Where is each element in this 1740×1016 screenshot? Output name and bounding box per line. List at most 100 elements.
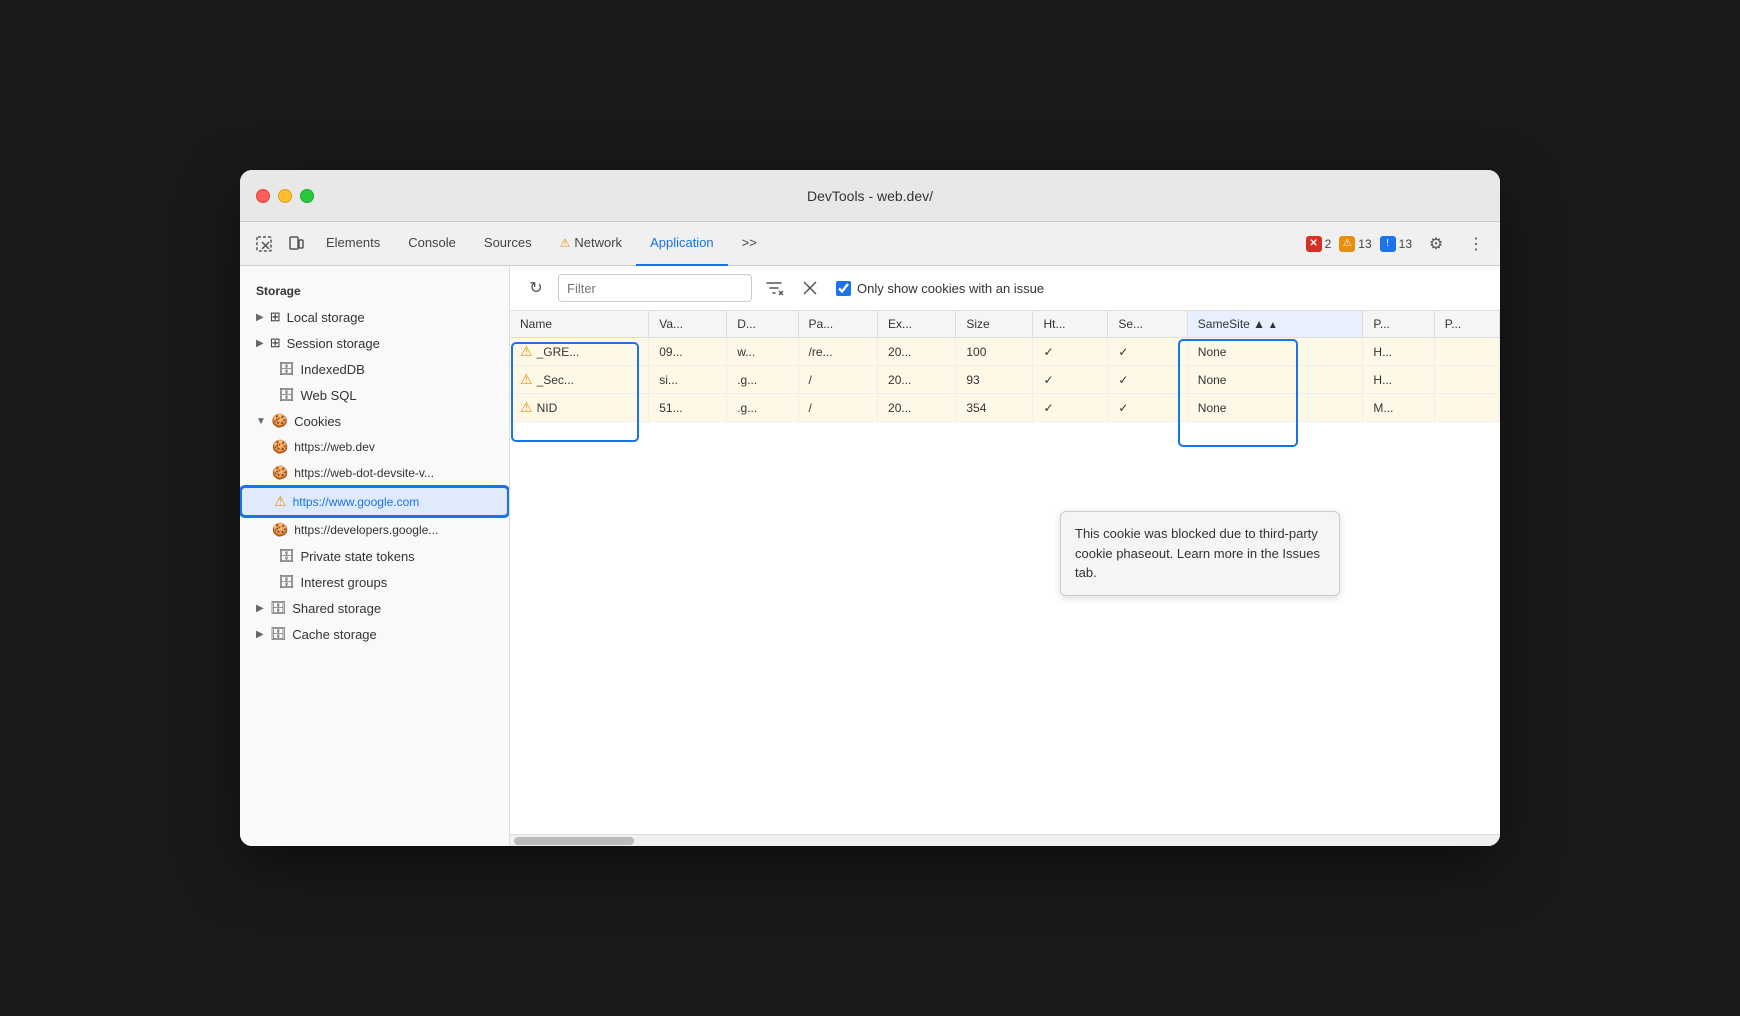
db-icon: 🗄: [278, 548, 295, 564]
cell-path: /: [798, 366, 877, 394]
db-icon: 🗄: [270, 626, 287, 642]
col-p1[interactable]: P...: [1363, 311, 1434, 338]
sidebar-item-indexeddb[interactable]: 🗄 IndexedDB: [240, 356, 509, 382]
sidebar-item-interest-groups[interactable]: 🗄 Interest groups: [240, 569, 509, 595]
warning-icon: ⚠: [520, 371, 533, 388]
cell-value: 09...: [649, 338, 727, 366]
sidebar-item-private-state-tokens[interactable]: 🗄 Private state tokens: [240, 543, 509, 569]
chevron-down-icon: ▼: [256, 416, 266, 427]
warning-icon: ⚠: [520, 343, 533, 360]
cell-samesite: None: [1187, 338, 1363, 366]
error-badge[interactable]: ✕ 2: [1306, 236, 1332, 252]
issues-icon: !: [1380, 236, 1396, 252]
db-icon: 🗄: [270, 600, 287, 616]
cell-expires: 20...: [878, 338, 956, 366]
cell-httponly: ✓: [1033, 338, 1108, 366]
cell-p2: [1434, 394, 1499, 422]
table-header: Name Va... D... Pa... Ex... Size Ht... S…: [510, 311, 1500, 338]
cell-path: /re...: [798, 338, 877, 366]
cell-p1: M...: [1363, 394, 1434, 422]
traffic-lights: [256, 189, 314, 203]
cell-expires: 20...: [878, 394, 956, 422]
table-row[interactable]: ⚠ NID 51... .g... / 20... 354 ✓ ✓ None: [510, 394, 1500, 422]
sidebar-item-cookies[interactable]: ▼ 🍪 Cookies: [240, 408, 509, 434]
issues-filter-checkbox-label[interactable]: Only show cookies with an issue: [836, 281, 1044, 296]
cookie-blocked-tooltip: This cookie was blocked due to third-par…: [1060, 511, 1340, 596]
issues-filter-checkbox[interactable]: [836, 281, 851, 296]
window-title: DevTools - web.dev/: [807, 188, 933, 204]
titlebar: DevTools - web.dev/: [240, 170, 1500, 222]
sidebar-item-session-storage[interactable]: ▶ ⊞ Session storage: [240, 330, 509, 356]
cell-secure: ✓: [1108, 394, 1187, 422]
col-path[interactable]: Pa...: [798, 311, 877, 338]
tab-network[interactable]: ⚠ Network: [546, 222, 636, 266]
cell-name: ⚠ NID: [510, 394, 649, 422]
sidebar-item-cookie-webdev[interactable]: 🍪 https://web.dev: [240, 434, 509, 460]
cell-p1: H...: [1363, 338, 1434, 366]
maximize-button[interactable]: [300, 189, 314, 203]
col-name[interactable]: Name: [510, 311, 649, 338]
col-value[interactable]: Va...: [649, 311, 727, 338]
tab-more[interactable]: >>: [728, 222, 771, 266]
network-warning-icon: ⚠: [560, 236, 571, 250]
cell-domain: .g...: [727, 366, 798, 394]
sidebar-item-shared-storage[interactable]: ▶ 🗄 Shared storage: [240, 595, 509, 621]
minimize-button[interactable]: [278, 189, 292, 203]
tab-sources[interactable]: Sources: [470, 222, 546, 266]
col-expires[interactable]: Ex...: [878, 311, 956, 338]
warning-triangle-icon: ⚠: [1339, 236, 1355, 252]
col-httponly[interactable]: Ht...: [1033, 311, 1108, 338]
col-samesite[interactable]: SameSite ▲: [1187, 311, 1363, 338]
cookie-icon: 🍪: [272, 413, 288, 429]
table-row[interactable]: ⚠ _Sec... si... .g... / 20... 93 ✓ ✓ N: [510, 366, 1500, 394]
cell-secure: ✓: [1108, 366, 1187, 394]
main-layout: Storage ▶ ⊞ Local storage ▶ ⊞ Session st…: [240, 266, 1500, 846]
horizontal-scrollbar[interactable]: [510, 834, 1500, 846]
col-p2[interactable]: P...: [1434, 311, 1499, 338]
sidebar-item-cookie-developers[interactable]: 🍪 https://developers.google...: [240, 517, 509, 543]
content-panel: ↻ Onl: [510, 266, 1500, 846]
db-icon: 🗄: [278, 574, 295, 590]
cell-p2: [1434, 338, 1499, 366]
clear-filter-icon[interactable]: [760, 274, 788, 302]
tab-console[interactable]: Console: [394, 222, 470, 266]
sidebar-item-cookie-google[interactable]: ⚠ https://www.google.com: [240, 486, 509, 517]
table-body: ⚠ _GRE... 09... w... /re... 20... 100 ✓ …: [510, 338, 1500, 422]
devtools-window: DevTools - web.dev/ Elements Console Sou…: [240, 170, 1500, 846]
inspect-icon[interactable]: [248, 228, 280, 260]
scrollbar-thumb[interactable]: [514, 837, 634, 845]
clear-all-button[interactable]: [796, 274, 824, 302]
device-icon[interactable]: [280, 228, 312, 260]
warning-badge[interactable]: ⚠ 13: [1339, 236, 1371, 252]
cell-size: 354: [956, 394, 1033, 422]
cookie-icon: 🍪: [272, 465, 288, 481]
sidebar-item-cookie-devsite[interactable]: 🍪 https://web-dot-devsite-v...: [240, 460, 509, 486]
tab-elements[interactable]: Elements: [312, 222, 394, 266]
tabs-right-actions: ✕ 2 ⚠ 13 ! 13 ⚙ ⋮: [1306, 228, 1492, 260]
cell-samesite: None: [1187, 366, 1363, 394]
table-row[interactable]: ⚠ _GRE... 09... w... /re... 20... 100 ✓ …: [510, 338, 1500, 366]
filter-input[interactable]: [558, 274, 752, 302]
cookie-icon: 🍪: [272, 522, 288, 538]
sidebar-item-local-storage[interactable]: ▶ ⊞ Local storage: [240, 304, 509, 330]
cell-domain: .g...: [727, 394, 798, 422]
tab-application[interactable]: Application: [636, 222, 728, 266]
sidebar: Storage ▶ ⊞ Local storage ▶ ⊞ Session st…: [240, 266, 510, 846]
col-secure[interactable]: Se...: [1108, 311, 1187, 338]
close-button[interactable]: [256, 189, 270, 203]
refresh-button[interactable]: ↻: [522, 274, 550, 302]
cell-size: 93: [956, 366, 1033, 394]
sidebar-item-websql[interactable]: 🗄 Web SQL: [240, 382, 509, 408]
chevron-right-icon: ▶: [256, 629, 264, 640]
col-size[interactable]: Size: [956, 311, 1033, 338]
more-options-icon[interactable]: ⋮: [1460, 228, 1492, 260]
settings-icon[interactable]: ⚙: [1420, 228, 1452, 260]
db-icon: 🗄: [278, 361, 295, 377]
sidebar-item-cache-storage[interactable]: ▶ 🗄 Cache storage: [240, 621, 509, 647]
cell-p1: H...: [1363, 366, 1434, 394]
cookie-icon: 🍪: [272, 439, 288, 455]
cell-size: 100: [956, 338, 1033, 366]
col-domain[interactable]: D...: [727, 311, 798, 338]
table-icon: ⊞: [270, 309, 281, 325]
issues-badge[interactable]: ! 13: [1380, 236, 1412, 252]
